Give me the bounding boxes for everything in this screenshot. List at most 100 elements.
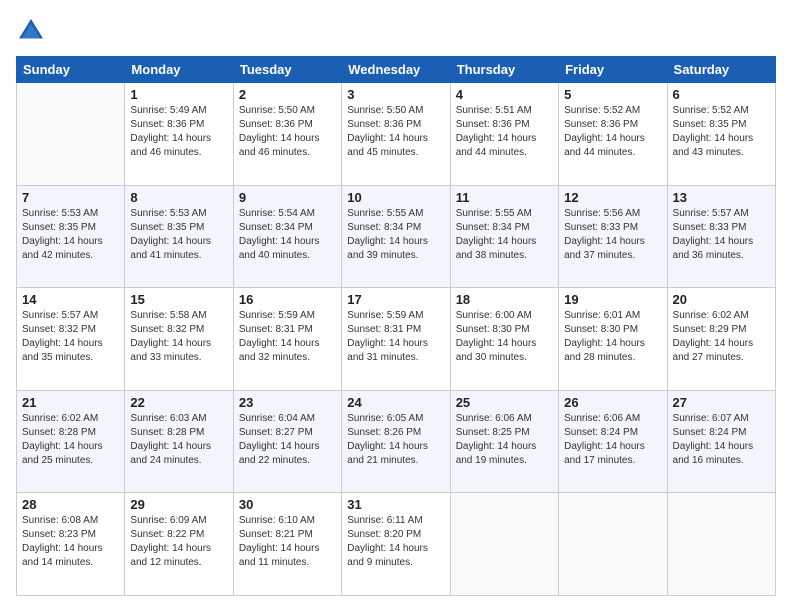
cell-info: Sunrise: 6:06 AM Sunset: 8:25 PM Dayligh… bbox=[456, 412, 553, 468]
calendar-cell: 4 Sunrise: 5:51 AM Sunset: 8:36 PM Daylig… bbox=[450, 83, 558, 186]
day-number: 29 bbox=[130, 497, 227, 512]
cell-info: Sunrise: 6:03 AM Sunset: 8:28 PM Dayligh… bbox=[130, 412, 227, 468]
day-number: 3 bbox=[347, 87, 444, 102]
calendar-cell: 8Sunrise: 5:53 AM Sunset: 8:35 PM Daylig… bbox=[125, 185, 233, 288]
cell-info: Sunrise: 6:00 AM Sunset: 8:30 PM Dayligh… bbox=[456, 309, 553, 365]
logo bbox=[16, 16, 50, 46]
day-number: 2 bbox=[239, 87, 336, 102]
cell-info: Sunrise: 5:52 AM Sunset: 8:36 PM Dayligh… bbox=[564, 104, 661, 160]
calendar-cell: 6 Sunrise: 5:52 AM Sunset: 8:35 PM Daylig… bbox=[667, 83, 775, 186]
day-number: 12 bbox=[564, 190, 661, 205]
calendar-week-row: 28 Sunrise: 6:08 AM Sunset: 8:23 PM Dayli… bbox=[17, 493, 776, 596]
day-number: 30 bbox=[239, 497, 336, 512]
day-number: 19 bbox=[564, 292, 661, 307]
calendar-cell: 16Sunrise: 5:59 AM Sunset: 8:31 PM Dayli… bbox=[233, 288, 341, 391]
calendar-cell: 14 Sunrise: 5:57 AM Sunset: 8:32 PM Dayli… bbox=[17, 288, 125, 391]
cell-info: Sunrise: 6:05 AM Sunset: 8:26 PM Dayligh… bbox=[347, 412, 444, 468]
calendar-cell: 9 Sunrise: 5:54 AM Sunset: 8:34 PM Daylig… bbox=[233, 185, 341, 288]
day-number: 22 bbox=[130, 395, 227, 410]
calendar-cell: 5 Sunrise: 5:52 AM Sunset: 8:36 PM Daylig… bbox=[559, 83, 667, 186]
day-number: 8 bbox=[130, 190, 227, 205]
calendar-week-row: 14 Sunrise: 5:57 AM Sunset: 8:32 PM Dayli… bbox=[17, 288, 776, 391]
calendar-cell: 3 Sunrise: 5:50 AM Sunset: 8:36 PM Daylig… bbox=[342, 83, 450, 186]
day-number: 24 bbox=[347, 395, 444, 410]
calendar-cell: 10 Sunrise: 5:55 AM Sunset: 8:34 PM Dayli… bbox=[342, 185, 450, 288]
calendar-cell: 18 Sunrise: 6:00 AM Sunset: 8:30 PM Dayli… bbox=[450, 288, 558, 391]
calendar-day-header: Friday bbox=[559, 57, 667, 83]
day-number: 18 bbox=[456, 292, 553, 307]
day-number: 25 bbox=[456, 395, 553, 410]
calendar-cell: 25 Sunrise: 6:06 AM Sunset: 8:25 PM Dayli… bbox=[450, 390, 558, 493]
calendar-cell bbox=[559, 493, 667, 596]
day-number: 9 bbox=[239, 190, 336, 205]
cell-info: Sunrise: 6:06 AM Sunset: 8:24 PM Dayligh… bbox=[564, 412, 661, 468]
calendar-cell: 22 Sunrise: 6:03 AM Sunset: 8:28 PM Dayli… bbox=[125, 390, 233, 493]
calendar-cell: 30 Sunrise: 6:10 AM Sunset: 8:21 PM Dayli… bbox=[233, 493, 341, 596]
cell-info: Sunrise: 5:57 AM Sunset: 8:32 PM Dayligh… bbox=[22, 309, 119, 365]
cell-info: Sunrise: 5:55 AM Sunset: 8:34 PM Dayligh… bbox=[347, 207, 444, 263]
cell-info: Sunrise: 6:11 AM Sunset: 8:20 PM Dayligh… bbox=[347, 514, 444, 570]
cell-info: Sunrise: 6:09 AM Sunset: 8:22 PM Dayligh… bbox=[130, 514, 227, 570]
day-number: 6 bbox=[673, 87, 770, 102]
day-number: 16 bbox=[239, 292, 336, 307]
calendar-cell: 20 Sunrise: 6:02 AM Sunset: 8:29 PM Dayli… bbox=[667, 288, 775, 391]
cell-info: Sunrise: 5:51 AM Sunset: 8:36 PM Dayligh… bbox=[456, 104, 553, 160]
calendar-cell: 28 Sunrise: 6:08 AM Sunset: 8:23 PM Dayli… bbox=[17, 493, 125, 596]
day-number: 1 bbox=[130, 87, 227, 102]
cell-info: Sunrise: 6:10 AM Sunset: 8:21 PM Dayligh… bbox=[239, 514, 336, 570]
calendar-cell: 17Sunrise: 5:59 AM Sunset: 8:31 PM Dayli… bbox=[342, 288, 450, 391]
cell-info: Sunrise: 5:54 AM Sunset: 8:34 PM Dayligh… bbox=[239, 207, 336, 263]
calendar-cell bbox=[450, 493, 558, 596]
calendar-cell: 29 Sunrise: 6:09 AM Sunset: 8:22 PM Dayli… bbox=[125, 493, 233, 596]
calendar-cell: 7 Sunrise: 5:53 AM Sunset: 8:35 PM Daylig… bbox=[17, 185, 125, 288]
calendar-cell bbox=[667, 493, 775, 596]
cell-info: Sunrise: 5:55 AM Sunset: 8:34 PM Dayligh… bbox=[456, 207, 553, 263]
calendar-cell: 1 Sunrise: 5:49 AM Sunset: 8:36 PM Daylig… bbox=[125, 83, 233, 186]
header bbox=[16, 16, 776, 46]
day-number: 31 bbox=[347, 497, 444, 512]
cell-info: Sunrise: 5:58 AM Sunset: 8:32 PM Dayligh… bbox=[130, 309, 227, 365]
calendar-day-header: Monday bbox=[125, 57, 233, 83]
day-number: 27 bbox=[673, 395, 770, 410]
cell-info: Sunrise: 5:59 AM Sunset: 8:31 PM Dayligh… bbox=[347, 309, 444, 365]
calendar-cell: 19 Sunrise: 6:01 AM Sunset: 8:30 PM Dayli… bbox=[559, 288, 667, 391]
calendar-cell bbox=[17, 83, 125, 186]
cell-info: Sunrise: 5:50 AM Sunset: 8:36 PM Dayligh… bbox=[347, 104, 444, 160]
cell-info: Sunrise: 5:50 AM Sunset: 8:36 PM Dayligh… bbox=[239, 104, 336, 160]
calendar-day-header: Thursday bbox=[450, 57, 558, 83]
day-number: 14 bbox=[22, 292, 119, 307]
cell-info: Sunrise: 6:02 AM Sunset: 8:29 PM Dayligh… bbox=[673, 309, 770, 365]
cell-info: Sunrise: 5:49 AM Sunset: 8:36 PM Dayligh… bbox=[130, 104, 227, 160]
day-number: 4 bbox=[456, 87, 553, 102]
day-number: 15 bbox=[130, 292, 227, 307]
calendar-table: SundayMondayTuesdayWednesdayThursdayFrid… bbox=[16, 56, 776, 596]
cell-info: Sunrise: 6:08 AM Sunset: 8:23 PM Dayligh… bbox=[22, 514, 119, 570]
calendar-cell: 2 Sunrise: 5:50 AM Sunset: 8:36 PM Daylig… bbox=[233, 83, 341, 186]
calendar-cell: 13Sunrise: 5:57 AM Sunset: 8:33 PM Dayli… bbox=[667, 185, 775, 288]
calendar-cell: 15 Sunrise: 5:58 AM Sunset: 8:32 PM Dayli… bbox=[125, 288, 233, 391]
day-number: 26 bbox=[564, 395, 661, 410]
day-number: 20 bbox=[673, 292, 770, 307]
cell-info: Sunrise: 6:02 AM Sunset: 8:28 PM Dayligh… bbox=[22, 412, 119, 468]
day-number: 5 bbox=[564, 87, 661, 102]
calendar-day-header: Wednesday bbox=[342, 57, 450, 83]
day-number: 7 bbox=[22, 190, 119, 205]
calendar-day-header: Tuesday bbox=[233, 57, 341, 83]
calendar-cell: 12Sunrise: 5:56 AM Sunset: 8:33 PM Dayli… bbox=[559, 185, 667, 288]
calendar-cell: 21 Sunrise: 6:02 AM Sunset: 8:28 PM Dayli… bbox=[17, 390, 125, 493]
day-number: 28 bbox=[22, 497, 119, 512]
calendar-week-row: 1 Sunrise: 5:49 AM Sunset: 8:36 PM Daylig… bbox=[17, 83, 776, 186]
cell-info: Sunrise: 5:57 AM Sunset: 8:33 PM Dayligh… bbox=[673, 207, 770, 263]
calendar-week-row: 7 Sunrise: 5:53 AM Sunset: 8:35 PM Daylig… bbox=[17, 185, 776, 288]
calendar-header-row: SundayMondayTuesdayWednesdayThursdayFrid… bbox=[17, 57, 776, 83]
calendar-day-header: Sunday bbox=[17, 57, 125, 83]
cell-info: Sunrise: 6:01 AM Sunset: 8:30 PM Dayligh… bbox=[564, 309, 661, 365]
day-number: 11 bbox=[456, 190, 553, 205]
calendar-cell: 27Sunrise: 6:07 AM Sunset: 8:24 PM Dayli… bbox=[667, 390, 775, 493]
cell-info: Sunrise: 5:52 AM Sunset: 8:35 PM Dayligh… bbox=[673, 104, 770, 160]
calendar-day-header: Saturday bbox=[667, 57, 775, 83]
day-number: 21 bbox=[22, 395, 119, 410]
cell-info: Sunrise: 5:53 AM Sunset: 8:35 PM Dayligh… bbox=[22, 207, 119, 263]
day-number: 10 bbox=[347, 190, 444, 205]
page: SundayMondayTuesdayWednesdayThursdayFrid… bbox=[0, 0, 792, 612]
